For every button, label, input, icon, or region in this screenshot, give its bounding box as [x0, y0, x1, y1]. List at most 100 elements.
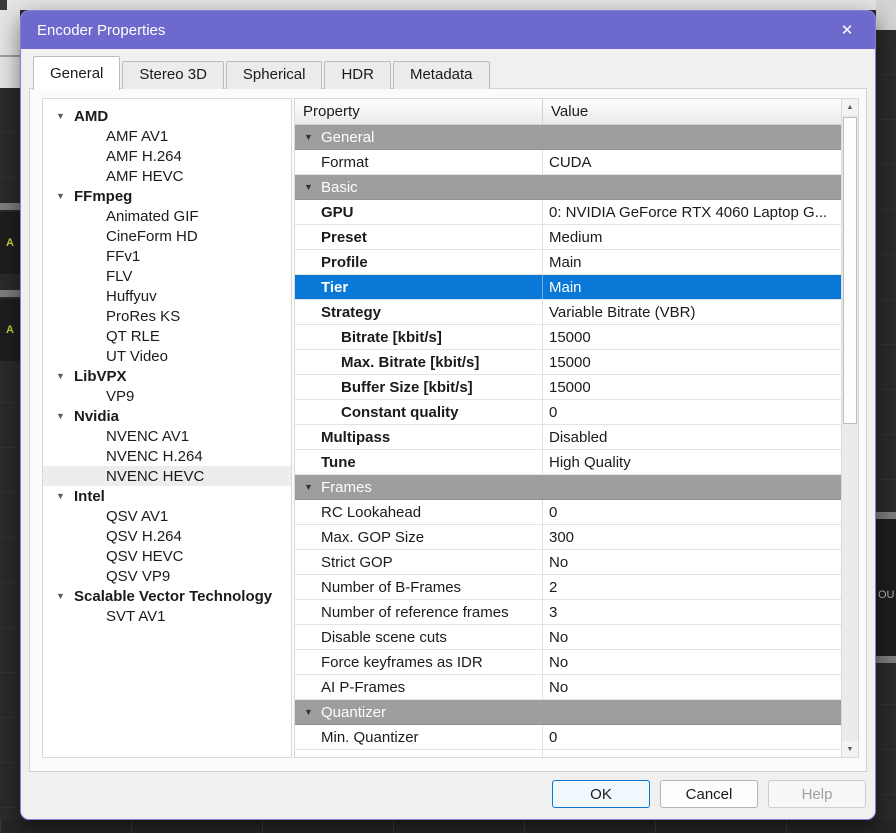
collapse-triangle-icon[interactable]: ▼ [304, 182, 321, 192]
property-name[interactable]: Buffer Size [kbit/s] [295, 375, 543, 399]
property-row-multipass[interactable]: MultipassDisabled [295, 425, 841, 450]
property-name[interactable]: Force keyframes as IDR [295, 650, 543, 674]
scrollbar-track[interactable] [842, 115, 858, 741]
tree-item-prores-ks[interactable]: ProRes KS [43, 306, 291, 326]
property-name[interactable]: Constant quality [295, 400, 543, 424]
tree-item-vp9[interactable]: VP9 [43, 386, 291, 406]
tab-general[interactable]: General [33, 56, 120, 90]
tree-item-ffv1[interactable]: FFv1 [43, 246, 291, 266]
property-name[interactable]: GPU [295, 200, 543, 224]
property-value[interactable]: 0 [543, 400, 841, 424]
property-name[interactable]: Tier [295, 275, 543, 299]
property-value[interactable]: 3 [543, 600, 841, 624]
tree-item-nvenc-av1[interactable]: NVENC AV1 [43, 426, 291, 446]
property-name[interactable]: RC Lookahead [295, 500, 543, 524]
chevron-down-icon[interactable]: ▼ [56, 191, 74, 201]
property-row-row[interactable] [295, 750, 841, 757]
cancel-button[interactable]: Cancel [660, 780, 758, 808]
property-row-max-gop-size[interactable]: Max. GOP Size300 [295, 525, 841, 550]
property-value[interactable]: Medium [543, 225, 841, 249]
tab-spherical[interactable]: Spherical [226, 61, 323, 89]
property-name[interactable]: Tune [295, 450, 543, 474]
property-row-profile[interactable]: ProfileMain [295, 250, 841, 275]
group-row-general[interactable]: ▼General [295, 125, 841, 150]
tree-item-animated-gif[interactable]: Animated GIF [43, 206, 291, 226]
chevron-down-icon[interactable]: ▼ [56, 411, 74, 421]
vertical-scrollbar[interactable]: ▲ ▼ [841, 99, 858, 757]
scrollbar-thumb[interactable] [843, 117, 857, 424]
property-row-max-bitrate-kbit-s[interactable]: Max. Bitrate [kbit/s]15000 [295, 350, 841, 375]
property-row-tier[interactable]: TierMain [295, 275, 841, 300]
property-name[interactable]: Disable scene cuts [295, 625, 543, 649]
dialog-titlebar[interactable]: Encoder Properties ✕ [21, 11, 875, 49]
property-row-buffer-size-kbit-s[interactable]: Buffer Size [kbit/s]15000 [295, 375, 841, 400]
property-value[interactable]: CUDA [543, 150, 841, 174]
property-row-force-keyframes-as-idr[interactable]: Force keyframes as IDRNo [295, 650, 841, 675]
property-row-gpu[interactable]: GPU0: NVIDIA GeForce RTX 4060 Laptop G..… [295, 200, 841, 225]
tree-group-libvpx[interactable]: ▼LibVPX [43, 366, 291, 386]
tree-group-intel[interactable]: ▼Intel [43, 486, 291, 506]
group-row-quantizer[interactable]: ▼Quantizer [295, 700, 841, 725]
tree-item-cineform-hd[interactable]: CineForm HD [43, 226, 291, 246]
tree-item-nvenc-hevc[interactable]: NVENC HEVC [43, 466, 291, 486]
chevron-down-icon[interactable]: ▼ [56, 111, 74, 121]
tree-item-qsv-hevc[interactable]: QSV HEVC [43, 546, 291, 566]
collapse-triangle-icon[interactable]: ▼ [304, 707, 321, 717]
property-name[interactable]: Preset [295, 225, 543, 249]
property-value[interactable]: 0 [543, 500, 841, 524]
property-name[interactable]: Strategy [295, 300, 543, 324]
tree-item-huffyuv[interactable]: Huffyuv [43, 286, 291, 306]
property-name[interactable] [295, 750, 543, 757]
tree-item-qsv-h-264[interactable]: QSV H.264 [43, 526, 291, 546]
property-name[interactable]: Max. GOP Size [295, 525, 543, 549]
scroll-up-icon[interactable]: ▲ [842, 99, 858, 115]
scroll-down-icon[interactable]: ▼ [842, 741, 858, 757]
tab-hdr[interactable]: HDR [324, 61, 391, 89]
tab-metadata[interactable]: Metadata [393, 61, 490, 89]
property-name[interactable]: Number of B-Frames [295, 575, 543, 599]
property-value[interactable]: No [543, 625, 841, 649]
tree-item-nvenc-h-264[interactable]: NVENC H.264 [43, 446, 291, 466]
property-value[interactable]: No [543, 650, 841, 674]
ok-button[interactable]: OK [552, 780, 650, 808]
tree-item-flv[interactable]: FLV [43, 266, 291, 286]
tree-item-amf-hevc[interactable]: AMF HEVC [43, 166, 291, 186]
column-header-value[interactable]: Value [543, 99, 841, 124]
tree-group-amd[interactable]: ▼AMD [43, 106, 291, 126]
property-row-preset[interactable]: PresetMedium [295, 225, 841, 250]
property-name[interactable]: Max. Bitrate [kbit/s] [295, 350, 543, 374]
tree-group-nvidia[interactable]: ▼Nvidia [43, 406, 291, 426]
property-name[interactable]: Min. Quantizer [295, 725, 543, 749]
property-value[interactable]: 15000 [543, 350, 841, 374]
tree-item-amf-av1[interactable]: AMF AV1 [43, 126, 291, 146]
chevron-down-icon[interactable]: ▼ [56, 371, 74, 381]
property-value[interactable]: 15000 [543, 325, 841, 349]
property-value[interactable]: 0: NVIDIA GeForce RTX 4060 Laptop G... [543, 200, 841, 224]
property-value[interactable]: 2 [543, 575, 841, 599]
property-row-min-quantizer[interactable]: Min. Quantizer0 [295, 725, 841, 750]
property-value[interactable]: Variable Bitrate (VBR) [543, 300, 841, 324]
property-value[interactable]: 0 [543, 725, 841, 749]
property-value[interactable]: 15000 [543, 375, 841, 399]
property-value[interactable]: 300 [543, 525, 841, 549]
property-row-number-of-reference-frames[interactable]: Number of reference frames3 [295, 600, 841, 625]
group-row-frames[interactable]: ▼Frames [295, 475, 841, 500]
property-name[interactable]: Number of reference frames [295, 600, 543, 624]
tree-item-svt-av1[interactable]: SVT AV1 [43, 606, 291, 626]
property-value[interactable]: No [543, 675, 841, 699]
chevron-down-icon[interactable]: ▼ [56, 491, 74, 501]
property-name[interactable]: Format [295, 150, 543, 174]
property-row-format[interactable]: FormatCUDA [295, 150, 841, 175]
property-value[interactable]: Main [543, 275, 841, 299]
property-row-constant-quality[interactable]: Constant quality0 [295, 400, 841, 425]
tree-group-ffmpeg[interactable]: ▼FFmpeg [43, 186, 291, 206]
tree-item-qsv-av1[interactable]: QSV AV1 [43, 506, 291, 526]
property-name[interactable]: Strict GOP [295, 550, 543, 574]
property-row-ai-p-frames[interactable]: AI P-FramesNo [295, 675, 841, 700]
tree-item-qt-rle[interactable]: QT RLE [43, 326, 291, 346]
column-header-property[interactable]: Property [295, 99, 543, 124]
tree-group-scalable-vector-technology[interactable]: ▼Scalable Vector Technology [43, 586, 291, 606]
property-name[interactable]: AI P-Frames [295, 675, 543, 699]
property-value[interactable]: Disabled [543, 425, 841, 449]
property-row-strategy[interactable]: StrategyVariable Bitrate (VBR) [295, 300, 841, 325]
